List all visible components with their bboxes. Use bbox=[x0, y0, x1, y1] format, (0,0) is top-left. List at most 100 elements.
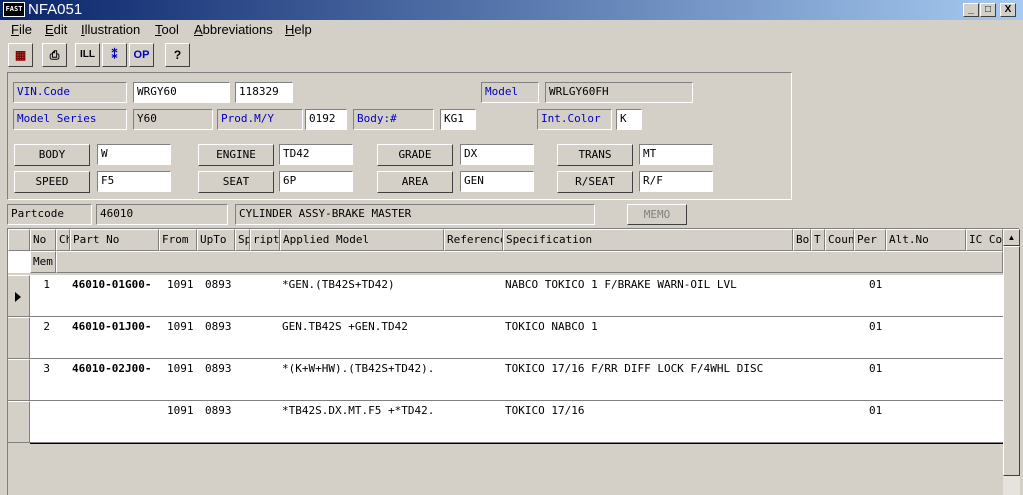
vin-field[interactable]: WRGY60 bbox=[133, 82, 230, 103]
cell-per: 01 bbox=[869, 278, 883, 291]
row-selector[interactable] bbox=[8, 359, 30, 401]
col-header-ic-code[interactable]: IC Co bbox=[966, 229, 1003, 251]
cell-specification: NABCO TOKICO 1 F/BRAKE WARN-OIL LVL bbox=[505, 278, 737, 291]
menu-file-mnemonic: F bbox=[11, 22, 19, 37]
illustration-icon[interactable]: ILL bbox=[75, 43, 100, 67]
spec-area-button[interactable]: AREA bbox=[377, 171, 453, 193]
col-header-no[interactable]: No bbox=[30, 229, 56, 251]
option-icon[interactable]: OP bbox=[129, 43, 154, 67]
cell-from: 1091 bbox=[167, 362, 194, 375]
body-no-field[interactable]: KG1 bbox=[440, 109, 476, 130]
col-header-reference[interactable]: Reference bbox=[444, 229, 503, 251]
memo-button[interactable]: MEMO bbox=[627, 204, 687, 225]
scroll-up-icon[interactable]: ▲ bbox=[1003, 229, 1020, 246]
spec-grade-field[interactable]: DX bbox=[460, 144, 534, 165]
spec-trans-field[interactable]: MT bbox=[639, 144, 713, 165]
menu-help-mnemonic: H bbox=[285, 22, 295, 37]
cell-from: 1091 bbox=[167, 404, 194, 417]
menu-illustration-label: llustration bbox=[84, 22, 141, 37]
scroll-thumb[interactable] bbox=[1003, 246, 1020, 476]
col-header-alt-no[interactable]: Alt.No bbox=[886, 229, 966, 251]
col-header-t[interactable]: T bbox=[811, 229, 825, 251]
cell-part-no: 46010-02J00- bbox=[72, 362, 152, 375]
cell-specification: TOKICO NABCO 1 bbox=[505, 320, 598, 333]
close-button[interactable]: X bbox=[1000, 3, 1016, 17]
menu-abbreviations-mnemonic: A bbox=[194, 22, 203, 37]
int-color-field[interactable]: K bbox=[616, 109, 642, 130]
cell-per: 01 bbox=[869, 362, 883, 375]
spec-body-button[interactable]: BODY bbox=[14, 144, 90, 166]
title-bar: FAST NFA051 _ □ X bbox=[0, 0, 1023, 20]
spec-trans-button[interactable]: TRANS bbox=[557, 144, 633, 166]
catalog-icon[interactable]: ▦ bbox=[8, 43, 33, 67]
row-selector[interactable] bbox=[8, 317, 30, 359]
menu-help[interactable]: Help bbox=[285, 22, 312, 38]
spec-speed-button[interactable]: SPEED bbox=[14, 171, 90, 193]
window-title: NFA051 bbox=[28, 1, 83, 18]
col-header-count[interactable]: Coun bbox=[825, 229, 854, 251]
spec-body-field[interactable]: W bbox=[97, 144, 171, 165]
row-selector[interactable] bbox=[8, 401, 30, 443]
spec-seat-field[interactable]: 6P bbox=[279, 171, 353, 192]
cell-part-no: 46010-01J00- bbox=[72, 320, 152, 333]
grid-subheader-corner bbox=[8, 251, 30, 273]
col-header-specification[interactable]: Specification bbox=[503, 229, 793, 251]
row-selector-current[interactable] bbox=[8, 275, 30, 317]
cell-no: 1 bbox=[43, 278, 50, 291]
spec-area-field[interactable]: GEN bbox=[460, 171, 534, 192]
spec-seat-button[interactable]: SEAT bbox=[198, 171, 274, 193]
cell-part-no: 46010-01G00- bbox=[72, 278, 152, 291]
cell-per: 01 bbox=[869, 320, 883, 333]
col-header-description[interactable]: ript bbox=[250, 229, 280, 251]
tree-icon[interactable]: ⁑ bbox=[102, 43, 127, 67]
spec-grade-button[interactable]: GRADE bbox=[377, 144, 453, 166]
parts-grid: No Ch Part No From UpTo Sp ript Applied … bbox=[7, 228, 1020, 495]
menu-illustration[interactable]: Illustration bbox=[81, 22, 140, 38]
menu-file[interactable]: File bbox=[11, 22, 32, 38]
col-header-memo-span bbox=[56, 251, 1003, 273]
spec-speed-field[interactable]: F5 bbox=[97, 171, 171, 192]
spec-rseat-button[interactable]: R/SEAT bbox=[557, 171, 633, 193]
prod-my-field[interactable]: 0192 bbox=[305, 109, 347, 130]
print-icon[interactable]: ⎙ bbox=[42, 43, 67, 67]
menu-tool-label: ool bbox=[161, 22, 179, 37]
table-row[interactable]: 3 46010-02J00- 1091 0893 *(K+W+HW).(TB42… bbox=[30, 359, 1003, 401]
cell-upto: 0893 bbox=[205, 404, 232, 417]
cell-no: 3 bbox=[43, 362, 50, 375]
partcode-field: 46010 bbox=[96, 204, 228, 225]
col-header-ch[interactable]: Ch bbox=[56, 229, 70, 251]
maximize-button[interactable]: □ bbox=[980, 3, 996, 17]
col-header-per[interactable]: Per bbox=[854, 229, 886, 251]
cell-specification: TOKICO 17/16 F/RR DIFF LOCK F/4WHL DISC bbox=[505, 362, 764, 375]
part-name-field: CYLINDER ASSY-BRAKE MASTER bbox=[235, 204, 595, 225]
toolbar: ▦ ⎙ ILL ⁑ OP ? bbox=[0, 41, 1023, 71]
table-row[interactable]: 1 46010-01G00- 1091 0893 *GEN.(TB42S+TD4… bbox=[30, 275, 1003, 317]
help-icon[interactable]: ? bbox=[165, 43, 190, 67]
col-header-sp[interactable]: Sp bbox=[235, 229, 250, 251]
vin-serial-field[interactable]: 118329 bbox=[235, 82, 293, 103]
menu-edit[interactable]: Edit bbox=[45, 22, 67, 38]
int-color-label: Int.Color bbox=[537, 109, 612, 130]
spec-rseat-field[interactable]: R/F bbox=[639, 171, 713, 192]
col-header-upto[interactable]: UpTo bbox=[197, 229, 235, 251]
cell-from: 1091 bbox=[167, 320, 194, 333]
col-header-applied-model[interactable]: Applied Model bbox=[280, 229, 444, 251]
menu-edit-mnemonic: E bbox=[45, 22, 54, 37]
table-row[interactable]: 2 46010-01J00- 1091 0893 GEN.TB42S +GEN.… bbox=[30, 317, 1003, 359]
table-row[interactable]: 1091 0893 *TB42S.DX.MT.F5 +*TD42. TOKICO… bbox=[30, 401, 1003, 443]
spec-engine-field[interactable]: TD42 bbox=[279, 144, 353, 165]
col-header-bo[interactable]: Bo bbox=[793, 229, 811, 251]
spec-engine-button[interactable]: ENGINE bbox=[198, 144, 274, 166]
col-header-memo[interactable]: Mem bbox=[30, 251, 56, 273]
cell-upto: 0893 bbox=[205, 278, 232, 291]
col-header-part-no[interactable]: Part No bbox=[70, 229, 159, 251]
col-header-from[interactable]: From bbox=[159, 229, 197, 251]
model-label: Model bbox=[481, 82, 539, 103]
menu-tool[interactable]: Tool bbox=[155, 22, 179, 38]
minimize-button[interactable]: _ bbox=[963, 3, 979, 17]
menu-abbreviations[interactable]: Abbreviations bbox=[194, 22, 273, 38]
grid-bottom-line bbox=[30, 443, 1003, 444]
menu-abbreviations-label: bbreviations bbox=[202, 22, 273, 37]
vertical-scrollbar[interactable]: ▲ bbox=[1003, 229, 1020, 495]
model-field: WRLGY60FH bbox=[545, 82, 693, 103]
